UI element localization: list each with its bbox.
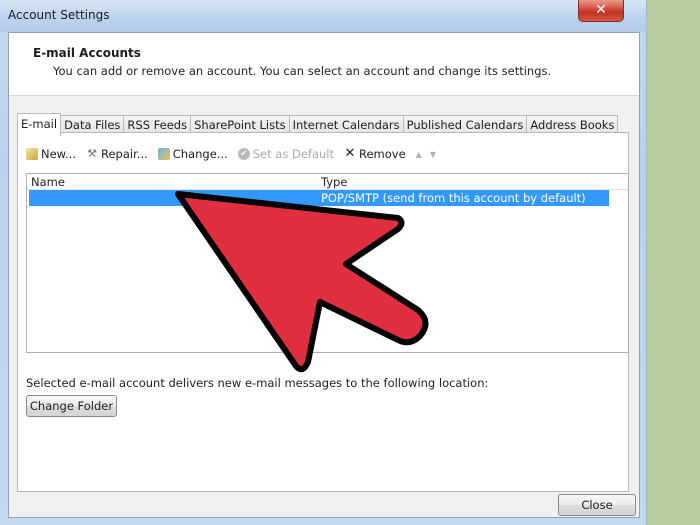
delivery-location-label: Selected e-mail account delivers new e-m…: [26, 376, 489, 390]
window-title: Account Settings: [8, 8, 110, 22]
title-bar[interactable]: Account Settings ✕: [0, 0, 646, 32]
remove-label: Remove: [359, 147, 406, 161]
tab-email[interactable]: E-mail: [17, 113, 62, 136]
close-icon: ✕: [595, 2, 607, 18]
change-button[interactable]: Change...: [157, 147, 228, 161]
column-header-type[interactable]: Type: [321, 175, 347, 189]
remove-button[interactable]: ✕ Remove: [344, 147, 406, 161]
remove-x-icon: ✕: [344, 146, 356, 161]
new-label: New...: [41, 147, 76, 161]
header-panel: E-mail Accounts You can add or remove an…: [9, 33, 639, 96]
close-button[interactable]: Close: [558, 494, 636, 516]
account-settings-window: Account Settings ✕ E-mail Accounts You c…: [0, 0, 647, 525]
set-as-default-button[interactable]: ✔ Set as Default: [237, 147, 334, 161]
set-default-label: Set as Default: [252, 147, 334, 161]
account-type: POP/SMTP (send from this account by defa…: [321, 191, 586, 205]
change-folder-button[interactable]: Change Folder: [26, 395, 117, 417]
repair-tools-icon: ⚒: [87, 147, 97, 160]
tab-strip: E-mail Data Files RSS Feeds SharePoint L…: [17, 113, 619, 136]
account-row[interactable]: POP/SMTP (send from this account by defa…: [29, 190, 609, 206]
dialog-body: E-mail Accounts You can add or remove an…: [8, 32, 640, 518]
move-up-icon[interactable]: ▲: [416, 150, 422, 159]
new-account-button[interactable]: New...: [26, 147, 76, 161]
column-header-name[interactable]: Name: [31, 175, 65, 189]
change-account-icon: [157, 148, 170, 160]
account-toolbar: New... ⚒ Repair... Change... ✔ Set as De…: [26, 145, 444, 163]
repair-button[interactable]: ⚒ Repair...: [86, 147, 148, 161]
change-label: Change...: [172, 147, 228, 161]
section-title: E-mail Accounts: [33, 46, 141, 60]
new-account-icon: [26, 148, 38, 160]
section-description: You can add or remove an account. You ca…: [53, 64, 552, 78]
window-close-button[interactable]: ✕: [578, 0, 624, 22]
email-tab-panel: New... ⚒ Repair... Change... ✔ Set as De…: [17, 132, 629, 492]
checkmark-circle-icon: ✔: [237, 148, 250, 160]
accounts-list[interactable]: Name Type POP/SMTP (send from this accou…: [26, 173, 629, 353]
move-down-icon[interactable]: ▼: [430, 150, 436, 159]
list-header: Name Type: [27, 174, 628, 190]
repair-label: Repair...: [101, 147, 148, 161]
